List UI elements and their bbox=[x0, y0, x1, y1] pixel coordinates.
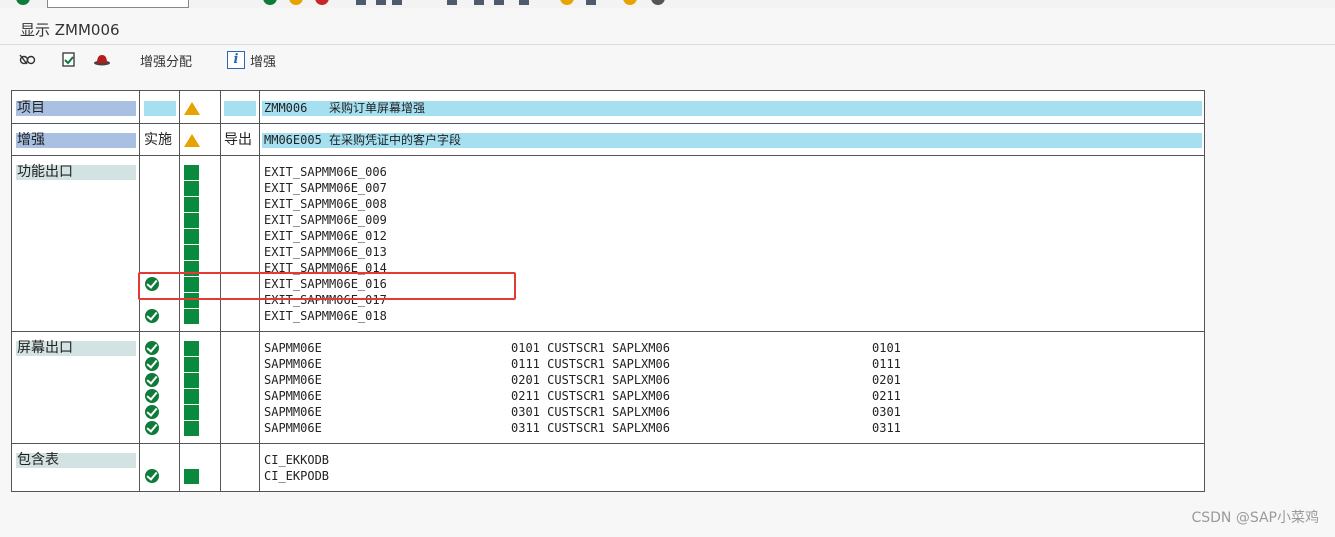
function-exit-item[interactable]: EXIT_SAPMM06E_013 bbox=[262, 245, 506, 260]
project-label: 项目 bbox=[16, 101, 136, 116]
layout-icon[interactable] bbox=[586, 0, 596, 5]
activate-button[interactable] bbox=[93, 49, 111, 71]
prev-page-icon[interactable] bbox=[474, 0, 484, 5]
function-exit-item[interactable]: EXIT_SAPMM06E_009 bbox=[262, 213, 506, 228]
project-impl-cell bbox=[144, 101, 176, 116]
function-exits-label: 功能出口 bbox=[16, 165, 136, 180]
back-icon[interactable] bbox=[289, 0, 303, 5]
save-icon[interactable] bbox=[263, 0, 277, 5]
window-title: 显示 ZMM006 bbox=[20, 21, 120, 39]
screen-exit-program[interactable]: SAPMM06E bbox=[262, 405, 508, 420]
info-icon: i bbox=[227, 51, 245, 69]
favorites-icon[interactable] bbox=[560, 0, 574, 5]
export-header: 导出 bbox=[224, 132, 252, 148]
check-button[interactable] bbox=[60, 49, 78, 71]
settings-gear-icon[interactable] bbox=[651, 0, 665, 5]
title-bar: 显示 ZMM006 bbox=[0, 8, 1335, 45]
enter-icon[interactable] bbox=[16, 0, 30, 5]
screen-exits-label: 屏幕出口 bbox=[16, 341, 136, 356]
last-page-icon[interactable] bbox=[519, 0, 529, 5]
next-page-icon[interactable] bbox=[494, 0, 504, 5]
function-exit-item[interactable]: EXIT_SAPMM06E_012 bbox=[262, 229, 506, 244]
grid-divider bbox=[12, 155, 1204, 156]
print-icon[interactable] bbox=[356, 0, 366, 5]
include-structure-item[interactable]: CI_EKKODB bbox=[262, 453, 506, 468]
implemented-check-icon bbox=[145, 309, 159, 323]
function-exit-item[interactable]: EXIT_SAPMM06E_006 bbox=[262, 165, 506, 180]
status-active-icon bbox=[184, 165, 199, 180]
enhancement-assign-button[interactable]: 增强分配 bbox=[140, 49, 192, 71]
implemented-check-icon bbox=[145, 405, 159, 419]
screen-exit-detail[interactable]: 0311 CUSTSCR1 SAPLXM06 bbox=[511, 421, 863, 436]
status-active-icon bbox=[184, 469, 199, 484]
screen-exit-program[interactable]: SAPMM06E bbox=[262, 373, 508, 388]
enhancement-info-label: 增强 bbox=[250, 54, 277, 70]
grid-divider bbox=[12, 443, 1204, 444]
include-structure-item[interactable]: CI_EKPODB bbox=[262, 469, 506, 484]
status-active-icon bbox=[184, 197, 199, 212]
find-icon[interactable] bbox=[376, 0, 386, 5]
help-icon[interactable] bbox=[623, 0, 637, 5]
status-active-icon bbox=[184, 405, 199, 420]
function-exit-item[interactable]: EXIT_SAPMM06E_008 bbox=[262, 197, 506, 212]
enhancement-value[interactable]: MM06E005 在采购凭证中的客户字段 bbox=[262, 133, 1202, 148]
enhancement-info-button[interactable]: i 增强 bbox=[227, 49, 276, 71]
cancel-icon[interactable] bbox=[315, 0, 329, 5]
implementation-header: 实施 bbox=[144, 132, 172, 148]
enhancement-assign-label: 增强分配 bbox=[140, 54, 193, 70]
screen-exit-program[interactable]: SAPMM06E bbox=[262, 421, 508, 436]
screen-exit-screen-number: 0101 bbox=[872, 341, 901, 355]
enhancement-label: 增强 bbox=[16, 133, 136, 148]
screen-exit-detail[interactable]: 0211 CUSTSCR1 SAPLXM06 bbox=[511, 389, 863, 404]
hat-icon bbox=[94, 55, 110, 66]
screen-exit-screen-number: 0211 bbox=[872, 389, 901, 403]
status-active-icon bbox=[184, 309, 199, 324]
screen-exit-screen-number: 0311 bbox=[872, 421, 901, 435]
screen-exit-detail[interactable]: 0101 CUSTSCR1 SAPLXM06 bbox=[511, 341, 863, 356]
screen-exit-detail[interactable]: 0201 CUSTSCR1 SAPLXM06 bbox=[511, 373, 863, 388]
implemented-check-icon bbox=[145, 421, 159, 435]
function-exit-item[interactable]: EXIT_SAPMM06E_018 bbox=[262, 309, 506, 324]
grid-divider bbox=[12, 123, 1204, 124]
includes-label: 包含表 bbox=[16, 453, 136, 468]
function-exit-item[interactable]: EXIT_SAPMM06E_007 bbox=[262, 181, 506, 196]
status-active-icon bbox=[184, 245, 199, 260]
implemented-check-icon bbox=[145, 341, 159, 355]
check-object-icon bbox=[62, 52, 75, 67]
screen-exit-program[interactable]: SAPMM06E bbox=[262, 357, 508, 372]
screen-exit-program[interactable]: SAPMM06E bbox=[262, 341, 508, 356]
status-active-icon bbox=[184, 373, 199, 388]
warning-icon bbox=[184, 102, 200, 115]
grid-divider bbox=[12, 331, 1204, 332]
watermark: CSDN @SAP小菜鸡 bbox=[1191, 510, 1319, 526]
project-export-cell bbox=[224, 101, 256, 116]
implemented-check-icon bbox=[145, 469, 159, 483]
highlight-annotation bbox=[138, 272, 516, 300]
status-active-icon bbox=[184, 389, 199, 404]
screen-exit-screen-number: 0201 bbox=[872, 373, 901, 387]
implemented-check-icon bbox=[145, 357, 159, 371]
project-value[interactable]: ZMM006 采购订单屏幕增强 bbox=[262, 101, 1202, 116]
glasses-pencil-icon bbox=[19, 54, 36, 65]
screen-exit-screen-number: 0111 bbox=[872, 357, 901, 371]
display-change-button[interactable] bbox=[18, 49, 36, 71]
first-page-icon[interactable] bbox=[447, 0, 457, 5]
status-active-icon bbox=[184, 341, 199, 356]
screen-exit-program[interactable]: SAPMM06E bbox=[262, 389, 508, 404]
implemented-check-icon bbox=[145, 373, 159, 387]
screen-exit-detail[interactable]: 0111 CUSTSCR1 SAPLXM06 bbox=[511, 357, 863, 372]
status-active-icon bbox=[184, 357, 199, 372]
application-toolbar: 增强分配 i 增强 bbox=[0, 45, 1335, 75]
status-active-icon bbox=[184, 421, 199, 436]
status-active-icon bbox=[184, 213, 199, 228]
find-next-icon[interactable] bbox=[392, 0, 402, 5]
command-field[interactable] bbox=[47, 0, 189, 8]
system-toolbar bbox=[0, 0, 1335, 8]
screen-exit-screen-number: 0301 bbox=[872, 405, 901, 419]
warning-icon bbox=[184, 134, 200, 147]
status-active-icon bbox=[184, 181, 199, 196]
screen-exit-detail[interactable]: 0301 CUSTSCR1 SAPLXM06 bbox=[511, 405, 863, 420]
status-active-icon bbox=[184, 229, 199, 244]
implemented-check-icon bbox=[145, 389, 159, 403]
